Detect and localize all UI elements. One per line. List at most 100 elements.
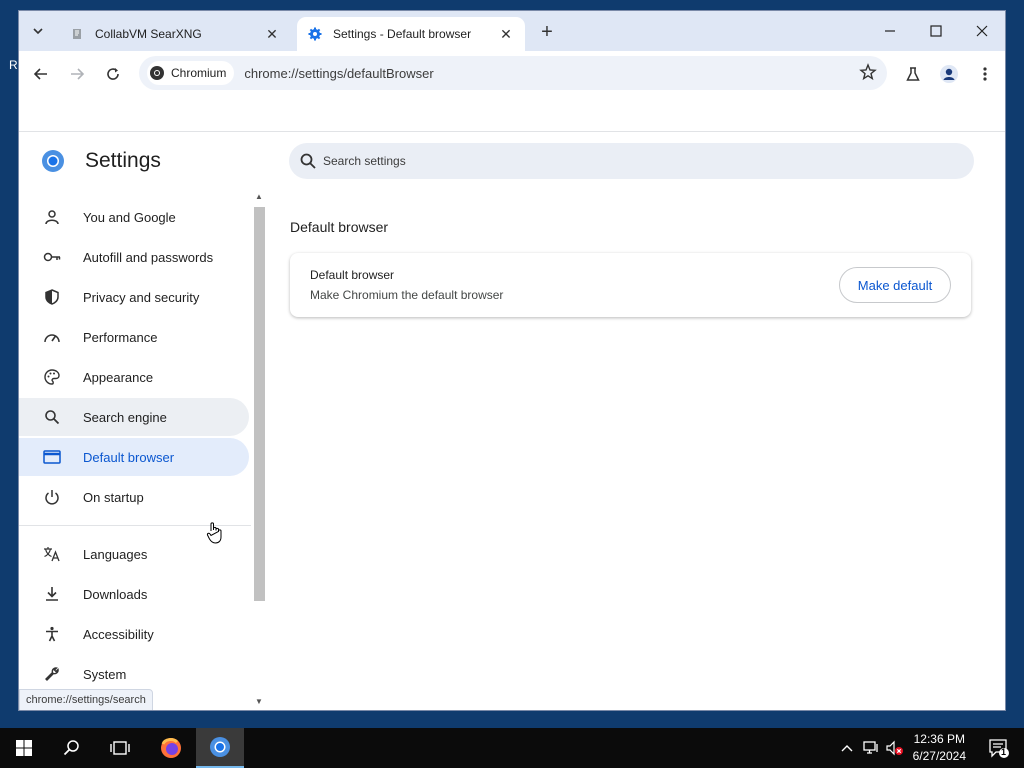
sidebar-item-search-engine[interactable]: Search engine <box>19 398 249 436</box>
speedometer-icon <box>42 327 62 347</box>
site-info-chip[interactable]: Chromium <box>147 61 235 85</box>
search-icon <box>42 407 62 427</box>
close-tab-icon[interactable]: ✕ <box>497 25 515 43</box>
scroll-thumb[interactable] <box>254 207 265 601</box>
page-icon <box>69 26 85 42</box>
sidebar-item-privacy[interactable]: Privacy and security <box>19 278 249 316</box>
reload-button[interactable] <box>101 62 125 86</box>
clock-time: 12:36 PM <box>913 732 965 746</box>
windows-logo-icon <box>16 740 32 756</box>
person-icon <box>42 207 62 227</box>
key-icon <box>42 247 62 267</box>
default-browser-card: Default browser Make Chromium the defaul… <box>290 253 971 317</box>
profile-button[interactable] <box>937 62 961 86</box>
sidebar-item-label: Default browser <box>83 449 175 465</box>
sidebar-item-label: Performance <box>83 329 158 345</box>
shield-icon <box>42 287 62 307</box>
taskbar-firefox[interactable] <box>147 728 195 768</box>
download-icon <box>42 584 62 604</box>
reload-icon <box>107 68 119 80</box>
back-button[interactable] <box>29 62 53 86</box>
sidebar-item-label: On startup <box>83 489 144 505</box>
sidebar-item-label: Search engine <box>83 409 167 425</box>
tab-strip: CollabVM SearXNG ✕ Settings - Default br… <box>19 11 1005 51</box>
browser-window-icon <box>42 447 62 467</box>
sidebar-scrollbar[interactable]: ▲ ▼ <box>252 190 266 710</box>
sidebar-item-label: You and Google <box>83 209 176 225</box>
section-title: Default browser <box>290 219 389 235</box>
settings-page: Settings You and Google Autofill and pas… <box>19 131 1005 710</box>
volume-muted-icon[interactable] <box>885 738 905 758</box>
tab-settings[interactable]: Settings - Default browser ✕ <box>297 17 525 51</box>
hand-cursor-icon <box>206 522 222 544</box>
action-center-button[interactable]: 1 <box>988 737 1010 764</box>
sidebar-item-label: Languages <box>83 546 148 562</box>
sidebar-item-you-and-google[interactable]: You and Google <box>19 198 249 236</box>
task-view-button[interactable] <box>96 728 144 768</box>
translate-icon <box>42 544 62 564</box>
tab-search-button[interactable] <box>27 20 49 42</box>
show-hidden-icons-icon[interactable] <box>837 738 857 758</box>
sidebar-item-downloads[interactable]: Downloads <box>19 575 249 613</box>
scroll-down-arrow-icon[interactable]: ▼ <box>255 698 263 706</box>
sidebar-item-appearance[interactable]: Appearance <box>19 358 249 396</box>
chevron-down-icon <box>33 28 43 35</box>
new-tab-button[interactable]: + <box>535 21 559 43</box>
back-arrow-icon <box>33 68 47 80</box>
close-tab-icon[interactable]: ✕ <box>263 25 281 43</box>
make-default-button[interactable]: Make default <box>839 267 951 303</box>
tab-label: Settings - Default browser <box>333 27 472 41</box>
gear-icon <box>307 26 323 42</box>
search-input[interactable] <box>323 154 923 168</box>
address-bar[interactable]: Chromium chrome://settings/defaultBrowse… <box>139 56 887 90</box>
forward-button[interactable] <box>65 62 89 86</box>
minimize-button[interactable] <box>867 11 913 51</box>
browser-window: CollabVM SearXNG ✕ Settings - Default br… <box>18 10 1006 711</box>
flask-icon <box>906 67 920 81</box>
accessibility-icon <box>42 624 62 644</box>
sidebar-item-label: System <box>83 666 127 682</box>
firefox-icon <box>161 738 181 758</box>
sidebar-item-autofill[interactable]: Autofill and passwords <box>19 238 249 276</box>
sidebar-item-label: Downloads <box>83 586 148 602</box>
start-button[interactable] <box>0 728 48 768</box>
bookmark-star-icon[interactable] <box>859 63 877 86</box>
sidebar-item-accessibility[interactable]: Accessibility <box>19 615 249 653</box>
avatar-icon <box>940 65 958 83</box>
labs-button[interactable] <box>901 62 925 86</box>
close-icon <box>976 25 988 37</box>
search-icon <box>300 153 316 169</box>
forward-arrow-icon <box>71 68 85 80</box>
chip-label: Chromium <box>171 66 227 80</box>
sidebar-item-default-browser[interactable]: Default browser <box>19 438 249 476</box>
notification-count: 1 <box>1000 747 1006 757</box>
minimize-icon <box>885 30 895 32</box>
url-text[interactable]: chrome://settings/defaultBrowser <box>244 66 433 81</box>
scroll-up-arrow-icon[interactable]: ▲ <box>255 193 263 201</box>
settings-sidebar: You and Google Autofill and passwords Pr… <box>19 190 267 710</box>
chromium-logo-icon <box>42 150 64 172</box>
search-icon <box>63 740 79 756</box>
tab-searxng[interactable]: CollabVM SearXNG ✕ <box>59 17 291 51</box>
settings-search-box[interactable] <box>289 143 974 179</box>
chromium-icon <box>210 737 230 757</box>
clock-date: 6/27/2024 <box>912 749 966 763</box>
sidebar-item-system[interactable]: System <box>19 655 249 693</box>
sidebar-item-label: Accessibility <box>83 626 154 642</box>
taskbar: 12:36 PM 6/27/2024 1 <box>0 728 1024 768</box>
task-view-icon <box>110 741 130 755</box>
network-icon[interactable] <box>861 738 881 758</box>
sidebar-item-label: Autofill and passwords <box>83 249 214 265</box>
taskbar-clock[interactable]: 12:36 PM 6/27/2024 <box>913 731 966 765</box>
sidebar-item-on-startup[interactable]: On startup <box>19 478 249 516</box>
taskbar-chromium[interactable] <box>196 728 244 768</box>
maximize-button[interactable] <box>913 11 959 51</box>
wrench-icon <box>42 664 62 684</box>
maximize-icon <box>930 25 942 37</box>
power-icon <box>42 487 62 507</box>
sidebar-item-performance[interactable]: Performance <box>19 318 249 356</box>
menu-button[interactable] <box>973 62 997 86</box>
taskbar-search-button[interactable] <box>48 728 96 768</box>
chromium-logo-icon <box>150 66 164 80</box>
close-window-button[interactable] <box>959 11 1005 51</box>
